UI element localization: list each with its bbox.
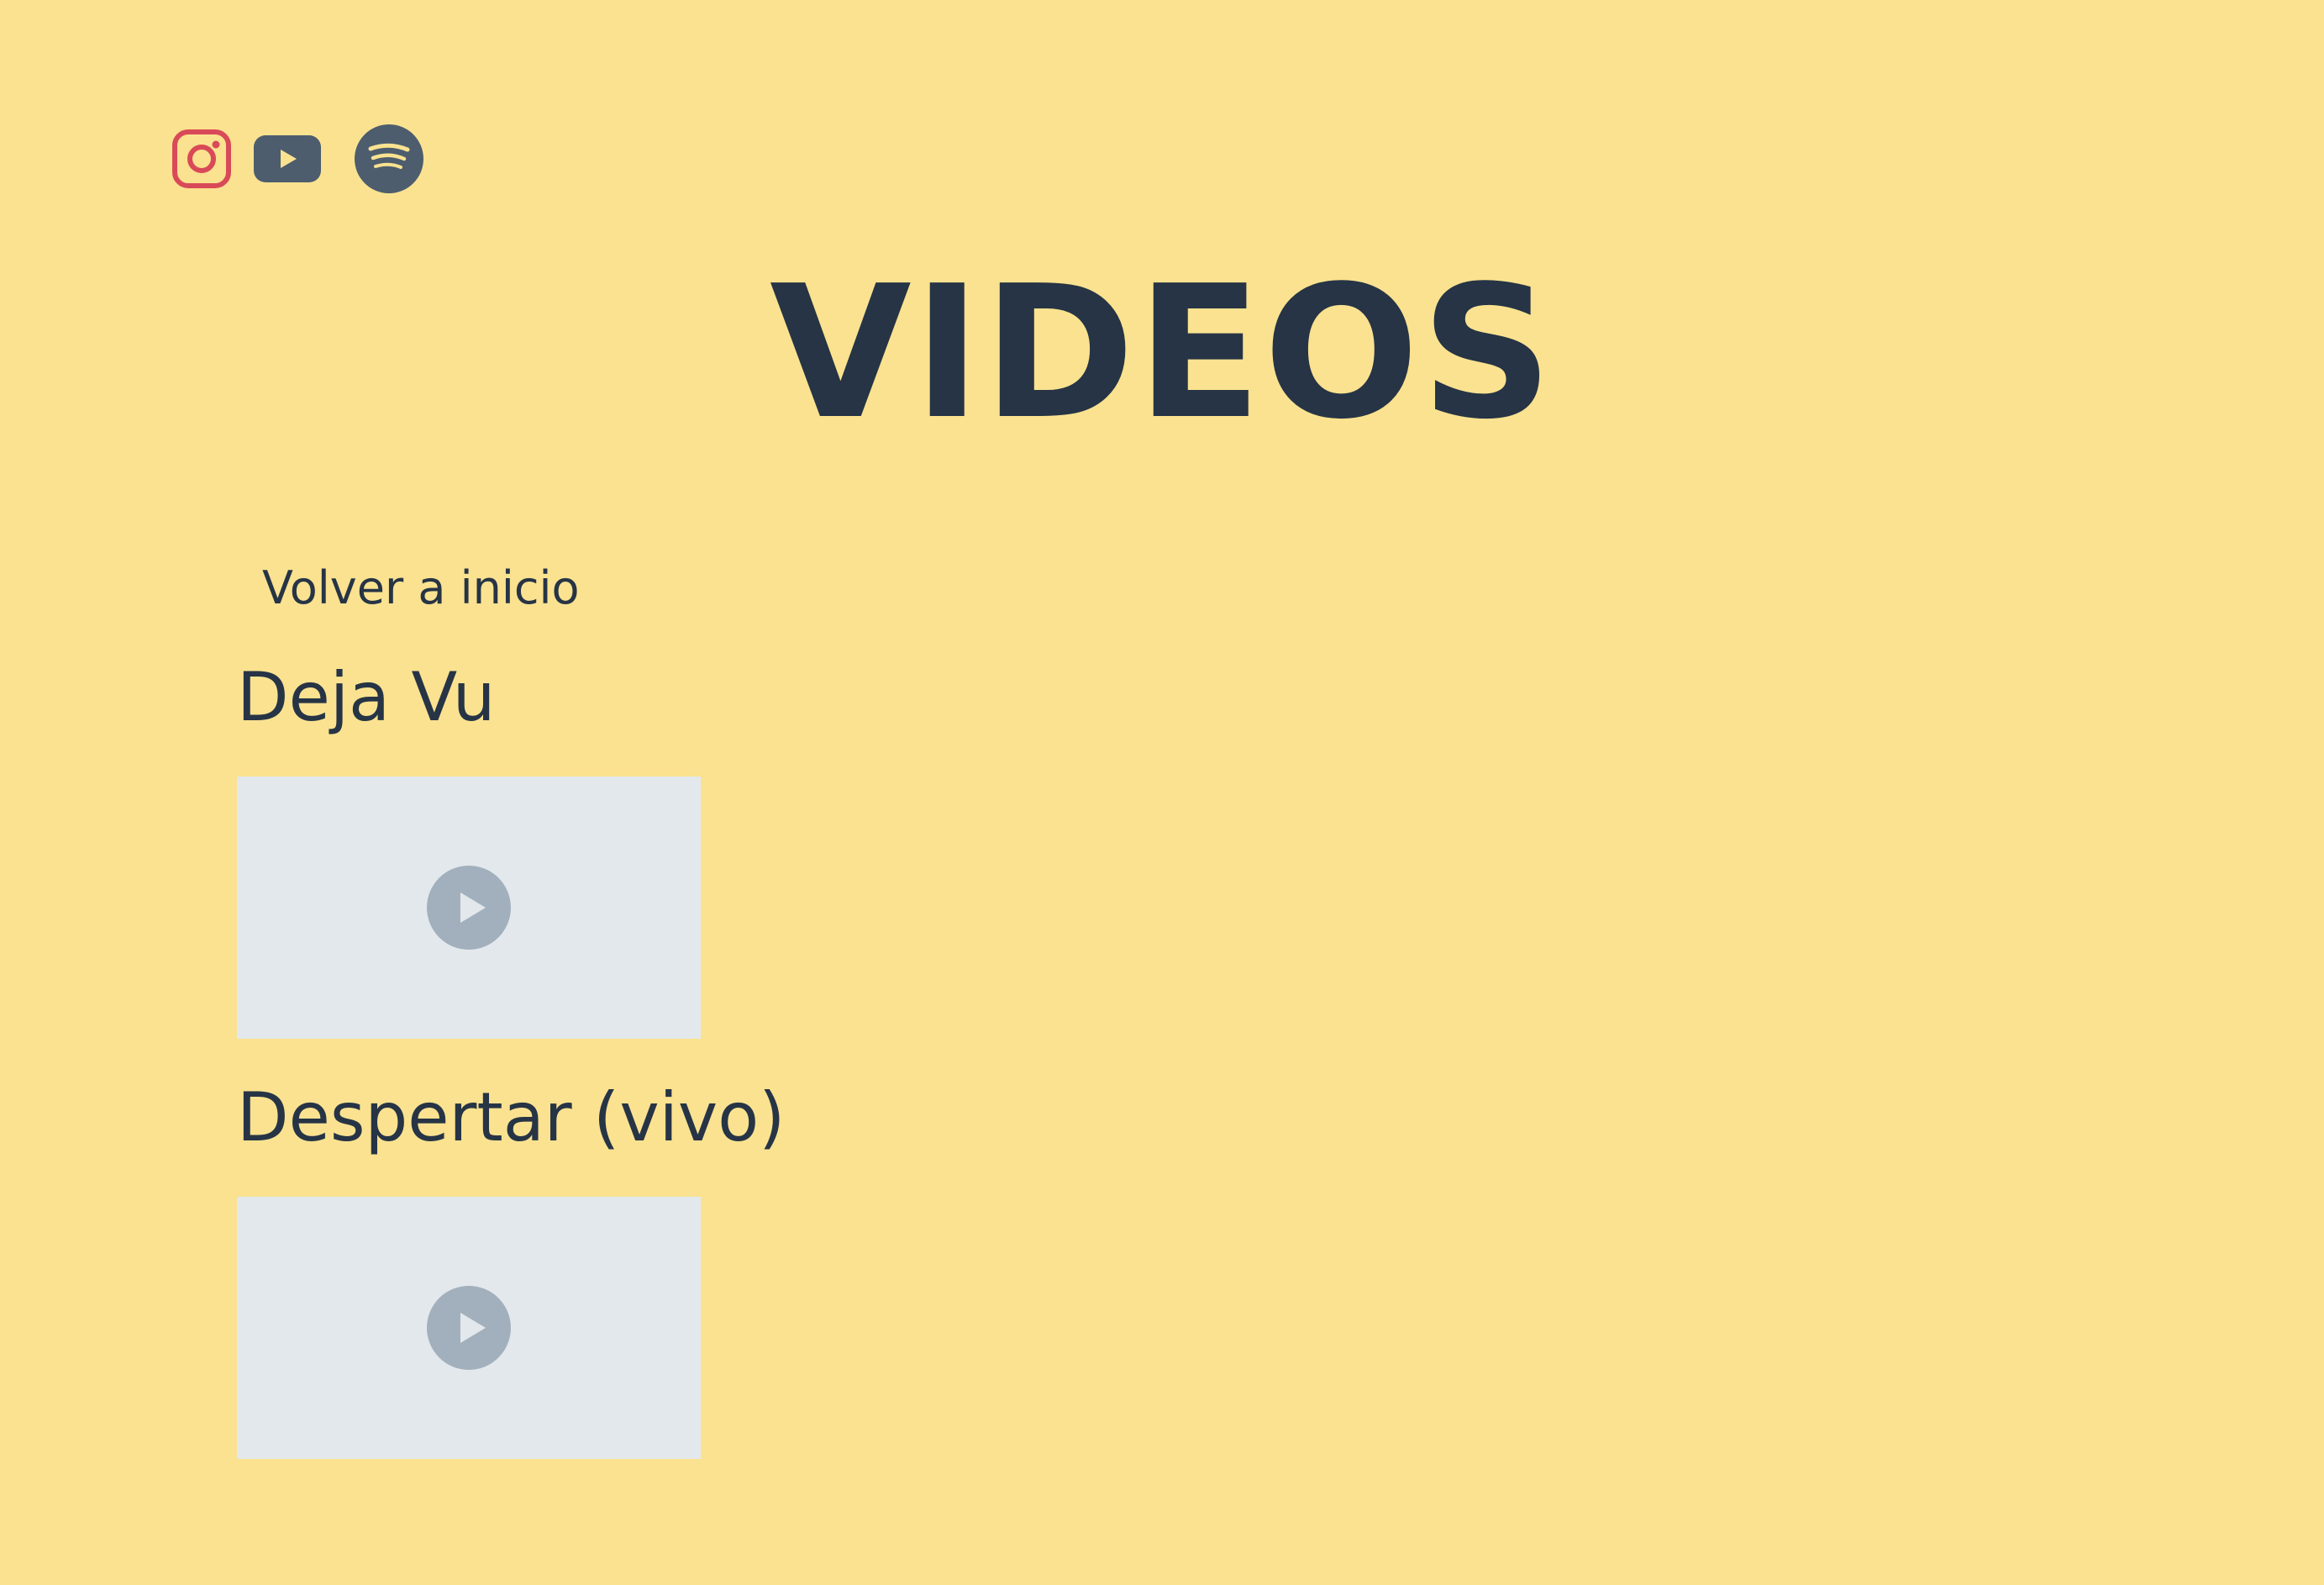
video-player[interactable] [237,1197,701,1459]
video-title: Deja Vu [237,658,496,736]
back-to-home-link[interactable]: Volver a inicio [262,558,580,619]
instagram-link[interactable] [171,129,232,189]
page-title: VIDEOS [769,247,1555,460]
youtube-link[interactable] [254,134,321,184]
youtube-icon [254,135,321,182]
video-title: Despertar (vivo) [237,1078,786,1156]
social-links [171,124,423,193]
play-icon[interactable] [427,866,511,950]
spotify-icon [355,124,423,193]
instagram-icon [172,129,231,188]
play-icon[interactable] [427,1286,511,1370]
spotify-link[interactable] [355,124,423,193]
video-player[interactable] [237,777,701,1039]
page: VIDEOS Volver a inicio Deja Vu Despertar… [0,0,2324,1585]
